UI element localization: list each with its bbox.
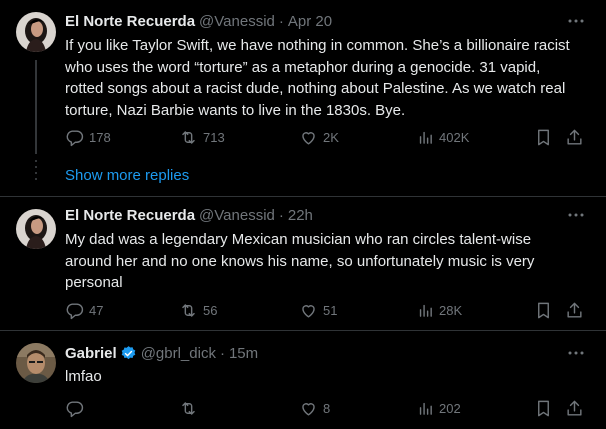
tweet-text-line: If you like Taylor Swift, we have nothin… — [65, 37, 570, 54]
timestamp[interactable]: 15m — [229, 345, 258, 362]
more-icon — [568, 351, 584, 355]
more-icon — [568, 19, 584, 23]
avatar-el-norte-recuerda[interactable] — [16, 12, 56, 52]
reply-count: 178 — [89, 129, 111, 145]
repost-button[interactable]: 56 — [179, 300, 217, 320]
more-options-button[interactable] — [566, 12, 586, 30]
repost-count: 713 — [203, 129, 225, 145]
tweet-1[interactable]: El Norte Recuerda @Vanessid · Apr 20 If … — [0, 0, 606, 160]
tweet-3[interactable]: Gabriel @gbrl_dick · 15m lmfao 8 202 — [0, 331, 606, 429]
reply-button[interactable]: 178 — [65, 127, 111, 147]
reply-button[interactable]: 47 — [65, 300, 103, 320]
repost-button[interactable] — [179, 398, 203, 418]
views-icon — [419, 402, 432, 415]
author-handle[interactable]: @Vanessid — [199, 207, 275, 224]
reply-icon — [66, 400, 84, 417]
avatar-gabriel[interactable] — [16, 343, 56, 383]
share-icon — [567, 302, 582, 318]
like-icon — [302, 131, 315, 145]
separator-dot: · — [219, 344, 225, 362]
like-button[interactable]: 51 — [299, 300, 337, 320]
bookmark-icon — [538, 400, 549, 416]
tweet-text: My dad was a legendary Mexican musician … — [65, 229, 590, 294]
author-name[interactable]: Gabriel — [65, 345, 117, 362]
like-count: 8 — [323, 400, 331, 416]
tweet-header: Gabriel @gbrl_dick · 15m — [65, 343, 566, 363]
tweet-text-line: lmfao — [65, 368, 102, 385]
tweet-text-line: torture, Nazi Barbie wants to live in th… — [65, 101, 406, 119]
bookmark-icon — [538, 129, 549, 145]
author-handle[interactable]: @gbrl_dick — [141, 345, 216, 362]
timestamp[interactable]: 22h — [288, 207, 313, 224]
repost-button[interactable]: 713 — [179, 127, 225, 147]
tweet-2[interactable]: El Norte Recuerda @Vanessid · 22h My dad… — [0, 197, 606, 326]
tweet-text-line: who uses the word “torture” as a metapho… — [65, 58, 541, 76]
bookmark-button[interactable] — [535, 127, 552, 147]
repost-count: 56 — [203, 302, 218, 318]
share-icon — [567, 129, 582, 145]
timestamp[interactable]: Apr 20 — [288, 13, 332, 30]
like-icon — [302, 304, 315, 318]
tweet-actions: 8 202 — [65, 398, 590, 418]
repost-icon — [182, 130, 195, 144]
tweet-header: El Norte Recuerda @Vanessid · 22h — [65, 205, 566, 225]
tweet-header: El Norte Recuerda @Vanessid · Apr 20 — [65, 11, 566, 31]
views-button[interactable]: 28K — [417, 300, 462, 320]
more-options-button[interactable] — [566, 344, 586, 362]
share-icon — [567, 400, 582, 416]
avatar-el-norte-recuerda[interactable] — [16, 209, 56, 249]
share-button[interactable] — [565, 300, 584, 320]
like-icon — [302, 402, 315, 416]
reply-icon — [66, 129, 84, 146]
like-count: 51 — [323, 302, 338, 318]
bookmark-icon — [538, 302, 549, 318]
more-options-button[interactable] — [566, 206, 586, 224]
views-button[interactable]: 402K — [417, 127, 469, 147]
views-button[interactable]: 202 — [417, 398, 461, 418]
share-button[interactable] — [565, 398, 584, 418]
tweet-text: lmfao — [65, 366, 590, 388]
separator-dot: · — [278, 206, 284, 224]
more-icon — [568, 213, 584, 217]
like-count: 2K — [323, 129, 339, 145]
tweet-text: If you like Taylor Swift, we have nothin… — [65, 35, 590, 121]
views-count: 202 — [439, 400, 461, 416]
like-button[interactable]: 2K — [299, 127, 339, 147]
reply-count: 47 — [89, 302, 104, 318]
author-handle[interactable]: @Vanessid — [199, 13, 275, 30]
author-name[interactable]: El Norte Recuerda — [65, 13, 195, 30]
show-more-replies-link[interactable]: Show more replies — [65, 166, 189, 186]
tweet-text-line: personal — [65, 274, 123, 291]
reply-thread: El Norte Recuerda @Vanessid · Apr 20 If … — [0, 0, 606, 429]
reply-icon — [66, 302, 84, 319]
views-icon — [419, 131, 432, 144]
thread-gap-dots — [35, 160, 37, 180]
tweet-actions: 178 713 2K 402K — [65, 127, 590, 147]
views-count: 28K — [439, 302, 463, 318]
bookmark-button[interactable] — [535, 300, 552, 320]
author-name[interactable]: El Norte Recuerda — [65, 207, 195, 224]
tweet-text-line: My dad was a legendary Mexican musician … — [65, 231, 532, 248]
tweet-actions: 47 56 51 28K — [65, 300, 590, 320]
views-icon — [419, 304, 432, 317]
repost-icon — [182, 401, 195, 415]
like-button[interactable]: 8 — [299, 398, 330, 418]
reply-button[interactable] — [65, 398, 89, 418]
verified-badge-icon — [120, 345, 137, 362]
repost-icon — [182, 303, 195, 317]
separator-dot: · — [278, 12, 284, 30]
bookmark-button[interactable] — [535, 398, 552, 418]
tweet-text-line: around her and no one knows his name, so… — [65, 252, 535, 270]
share-button[interactable] — [565, 127, 584, 147]
views-count: 402K — [439, 129, 470, 145]
tweet-text-line: rotted songs about a racist dude, nothin… — [65, 80, 566, 97]
